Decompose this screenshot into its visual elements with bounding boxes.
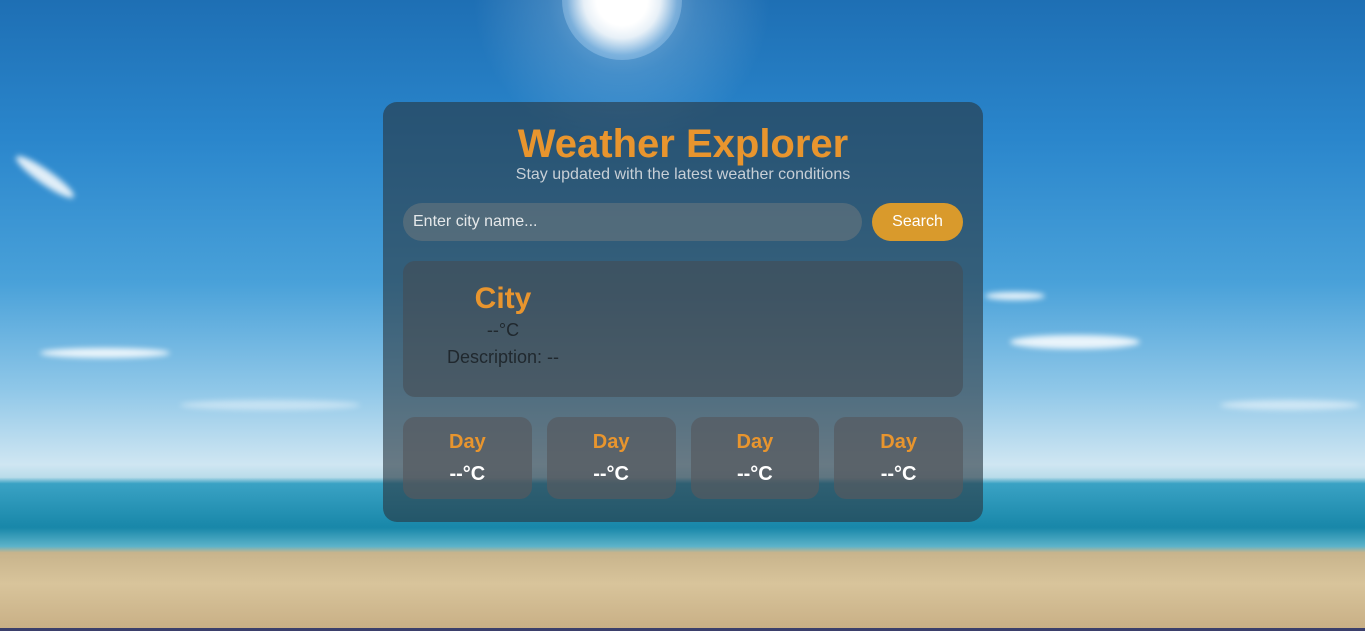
city-search-input[interactable] bbox=[403, 203, 862, 241]
forecast-day-temperature: --°C bbox=[736, 463, 773, 485]
forecast-day-temperature: --°C bbox=[880, 463, 917, 485]
forecast-day-name: Day bbox=[880, 431, 917, 453]
cloud bbox=[12, 151, 78, 203]
app-subtitle: Stay updated with the latest weather con… bbox=[515, 166, 851, 183]
beach-background: Weather Explorer Stay updated with the l… bbox=[0, 0, 1365, 631]
forecast-day-temperature: --°C bbox=[449, 463, 486, 485]
weather-description: Description: -- bbox=[446, 347, 560, 367]
cloud bbox=[1010, 335, 1140, 349]
cloud bbox=[1220, 400, 1360, 410]
current-weather-panel: City --°C Description: -- bbox=[403, 261, 963, 397]
forecast-day-card: Day --°C bbox=[834, 417, 963, 499]
search-button[interactable]: Search bbox=[872, 203, 963, 241]
search-bar: Search bbox=[403, 203, 963, 241]
forecast-day-name: Day bbox=[736, 431, 774, 453]
weather-card: Weather Explorer Stay updated with the l… bbox=[383, 102, 983, 522]
forecast-day-name: Day bbox=[449, 431, 486, 453]
cloud bbox=[985, 292, 1045, 300]
current-temperature: --°C bbox=[486, 320, 520, 340]
forecast-day-name: Day bbox=[592, 431, 630, 453]
cloud bbox=[180, 400, 360, 410]
cloud bbox=[40, 348, 170, 358]
forecast-day-card: Day --°C bbox=[690, 417, 820, 499]
forecast-day-temperature: --°C bbox=[593, 463, 629, 485]
app-title: Weather Explorer bbox=[517, 122, 849, 166]
city-name: City bbox=[474, 282, 532, 315]
forecast-day-card: Day --°C bbox=[403, 417, 532, 499]
forecast-row: Day --°C Day --°C Day --°C Day --°C bbox=[403, 417, 963, 499]
forecast-day-card: Day --°C bbox=[546, 417, 676, 499]
